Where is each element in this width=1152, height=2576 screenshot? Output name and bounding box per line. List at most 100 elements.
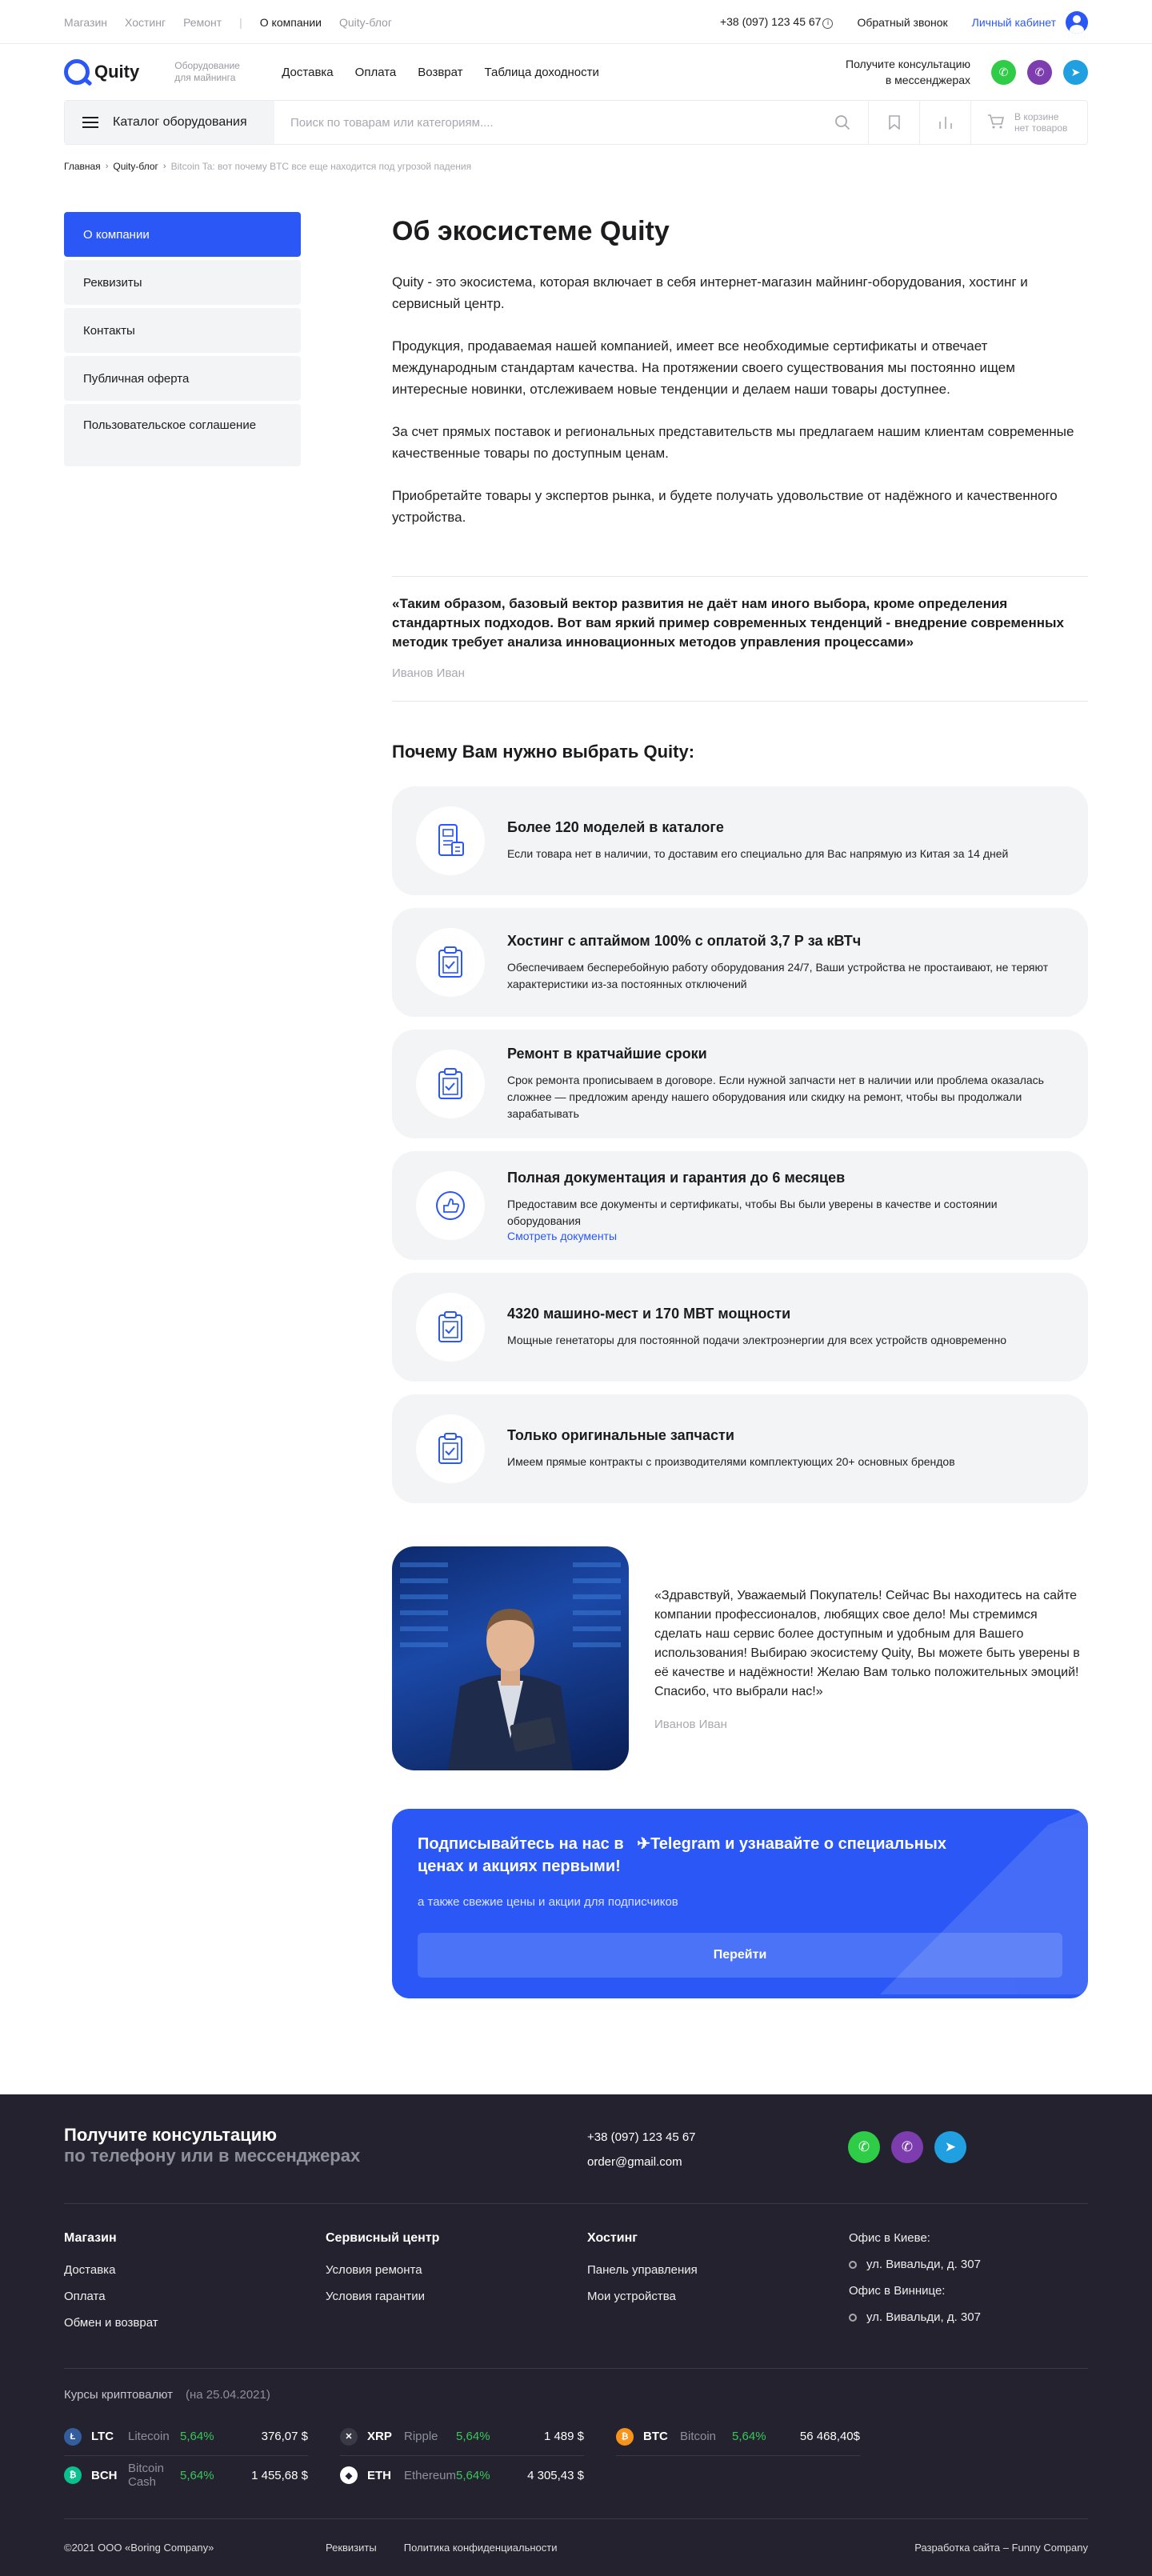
subscribe-banner: Подписывайтесь на нас в ✈Telegram и узна… (392, 1809, 1088, 1998)
top-nav-hosting[interactable]: Хостинг (125, 16, 166, 29)
top-nav-blog[interactable]: Quity-блог (339, 16, 392, 29)
sidebar-item-agreement[interactable]: Пользовательское соглашение (64, 404, 301, 466)
sidebar-item-contacts[interactable]: Контакты (64, 308, 301, 353)
feature-desc: Имеем прямые контракты с производителями… (507, 1455, 955, 1468)
features-list: Более 120 моделей в каталоге Если товара … (392, 786, 1088, 1503)
feature-desc: Обеспечиваем бесперебойную работу оборуд… (507, 960, 1049, 990)
rate-empty (616, 2456, 860, 2494)
account-link[interactable]: Личный кабинет (971, 10, 1088, 34)
top-nav-shop[interactable]: Магазин (64, 16, 107, 29)
top-nav: Магазин Хостинг Ремонт | О компании Quit… (64, 16, 392, 29)
cart-button[interactable]: В корзине нет товаров (971, 101, 1087, 144)
nav-delivery[interactable]: Доставка (282, 66, 333, 79)
feature-desc: Если товара нет в наличии, то доставим е… (507, 847, 1009, 860)
breadcrumb-home[interactable]: Главная (64, 161, 101, 172)
footer-col-title: Сервисный центр (326, 2231, 440, 2245)
developer-link[interactable]: Разработка сайта – Funny Company (914, 2542, 1088, 2554)
cart-line-1: В корзине (1014, 111, 1059, 122)
requisites-link[interactable]: Реквизиты (326, 2542, 377, 2554)
logo-mark-icon (64, 59, 90, 85)
whatsapp-icon[interactable]: ✆ (848, 2131, 880, 2163)
rate-ticker: BTC (643, 2430, 668, 2443)
nav-return[interactable]: Возврат (418, 66, 462, 79)
paragraph: За счет прямых поставок и региональных п… (392, 424, 1074, 461)
phone-link[interactable]: +38 (097) 123 45 67 i (720, 15, 834, 29)
nav-divider: | (239, 15, 242, 29)
feature-desc: Мощные генетаторы для постоянной подачи … (507, 1334, 1007, 1346)
rates-gap (584, 2418, 616, 2456)
catalog-label: Каталог оборудования (113, 115, 247, 129)
footer-link[interactable]: Оплата (64, 2290, 326, 2303)
footer-consult-title: Получите консультацию (64, 2125, 278, 2145)
whatsapp-icon[interactable]: ✆ (991, 59, 1016, 85)
rates-gap (584, 2456, 616, 2494)
footer-col-hosting: Хостинг Панель управления Мои устройства (587, 2231, 849, 2342)
feature-title: 4320 машино-мест и 170 МВТ мощности (507, 1306, 791, 1322)
callback-link[interactable]: Обратный звонок (857, 16, 947, 29)
paragraph: Приобретайте товары у экспертов рынка, и… (392, 488, 1058, 525)
footer-link[interactable]: Условия ремонта (326, 2263, 587, 2277)
rates-grid: Ł LTC Litecoin 5,64% 376,07 $ ✕ XRP Ripple 5,64%… (64, 2418, 1088, 2494)
privacy-link[interactable]: Политика конфиденциальности (404, 2542, 558, 2554)
footer-link[interactable]: Панель управления (587, 2263, 849, 2277)
footer-col-title: Хостинг (587, 2231, 638, 2245)
copyright: ©2021 ООО «Boring Company» (64, 2542, 214, 2554)
sidebar-item-about[interactable]: О компании (64, 212, 301, 257)
search-icon[interactable] (817, 100, 868, 145)
documents-link[interactable]: Смотреть документы (507, 1230, 1059, 1242)
footer-email[interactable]: order@gmail.com (587, 2150, 848, 2174)
why-title: Почему Вам нужно выбрать Quity: (392, 742, 695, 762)
crypto-rates: Курсы криптовалют (на 25.04.2021) Ł LTC Lit… (64, 2369, 1088, 2519)
feature-desc: Срок ремонта прописываем в договоре. Есл… (507, 1074, 1044, 1120)
rate-change: 5,64% (180, 2468, 214, 2482)
rate-value: 376,07 $ (261, 2430, 308, 2443)
sidebar-item-requisites[interactable]: Реквизиты (64, 260, 301, 305)
nav-payment[interactable]: Оплата (355, 66, 397, 79)
footer-col-service: Сервисный центр Условия ремонта Условия … (326, 2231, 587, 2342)
chevron-right-icon: › (105, 162, 109, 171)
search-input[interactable] (290, 115, 817, 130)
logo[interactable]: Quity (64, 59, 139, 85)
footer-link[interactable]: Обмен и возврат (64, 2316, 326, 2330)
viber-icon[interactable]: ✆ (891, 2131, 923, 2163)
rate-ticker: ETH (367, 2468, 391, 2482)
director-name: Иванов Иван (654, 1717, 727, 1731)
logo-text: Quity (94, 62, 140, 82)
director-block: «Здравствуй, Уважаемый Покупатель! Сейча… (392, 1546, 1088, 1770)
footer-link[interactable]: Доставка (64, 2263, 326, 2277)
breadcrumb-blog[interactable]: Quity-блог (113, 161, 158, 172)
footer-link[interactable]: Условия гарантии (326, 2290, 587, 2303)
consult-text: Получите консультацию в мессенджерах (846, 56, 970, 88)
footer-bottom: ©2021 ООО «Boring Company» Реквизиты Пол… (64, 2519, 1088, 2554)
info-icon[interactable]: i (822, 18, 834, 29)
account-label: Личный кабинет (971, 15, 1056, 29)
viber-icon[interactable]: ✆ (1027, 59, 1052, 85)
rate-name: Ripple (404, 2430, 438, 2443)
top-nav-about[interactable]: О компании (260, 16, 322, 29)
paragraph: Продукция, продаваемая нашей компанией, … (392, 338, 1015, 397)
bookmark-icon[interactable] (869, 101, 920, 144)
quote-block: «Таким образом, базовый вектор развития … (392, 576, 1088, 702)
office-kiev-address: ул. Вивальди, д. 307 (849, 2258, 981, 2271)
rate-change: 5,64% (180, 2430, 214, 2443)
compare-icon[interactable] (920, 101, 971, 144)
rate-change: 5,64% (456, 2468, 490, 2482)
footer-link[interactable]: Мои устройства (587, 2290, 849, 2303)
rate-change: 5,64% (456, 2430, 490, 2443)
footer-col-offices: Офис в Киеве: ул. Вивальди, д. 307 Офис … (849, 2231, 981, 2342)
rate-value: 4 305,43 $ (527, 2468, 584, 2482)
telegram-icon[interactable]: ➤ (1063, 59, 1088, 85)
telegram-inline-icon: ✈ (637, 1835, 651, 1853)
nav-profit-table[interactable]: Таблица доходности (485, 66, 599, 79)
sidebar-item-offer[interactable]: Публичная оферта (64, 356, 301, 401)
feature-title: Полная документация и гарантия до 6 меся… (507, 1169, 846, 1186)
feature-title: Более 120 моделей в каталоге (507, 819, 724, 835)
top-nav-repair[interactable]: Ремонт (183, 16, 222, 29)
catalog-button[interactable]: Каталог оборудования (65, 101, 274, 144)
feature-desc: Предоставим все документы и сертификаты,… (507, 1197, 998, 1227)
search-bar: Каталог оборудования В корзиненет товаро… (64, 100, 1088, 145)
telegram-icon[interactable]: ➤ (934, 2131, 966, 2163)
checklist-icon (416, 1293, 485, 1362)
main-nav: Доставка Оплата Возврат Таблица доходнос… (282, 66, 599, 79)
footer-phone[interactable]: +38 (097) 123 45 67 (587, 2125, 848, 2150)
